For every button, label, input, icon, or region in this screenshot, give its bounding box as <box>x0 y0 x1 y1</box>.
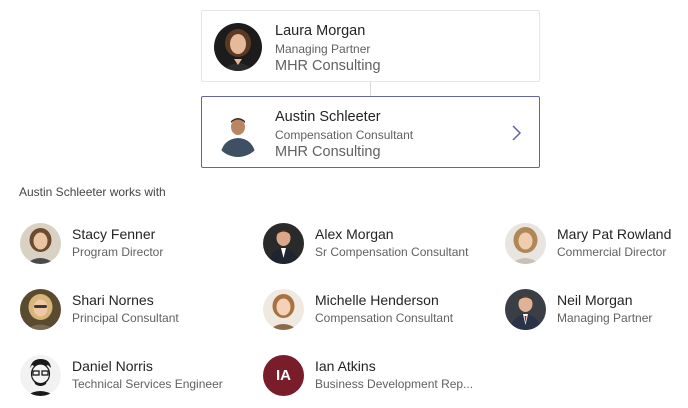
colleague-title: Compensation Consultant <box>315 311 454 325</box>
colleague-name: Mary Pat Rowland <box>557 226 672 242</box>
org-connector-line <box>370 82 371 96</box>
colleague-title: Commercial Director <box>557 245 667 259</box>
colleague-name: Daniel Norris <box>72 358 153 374</box>
colleague-title: Sr Compensation Consultant <box>315 245 469 259</box>
colleague-title: Program Director <box>72 245 164 259</box>
colleague-title: Principal Consultant <box>72 311 179 325</box>
manager-company: MHR Consulting <box>275 58 381 74</box>
colleague-item[interactable]: Neil Morgan Managing Partner <box>505 289 680 333</box>
colleague-name: Stacy Fenner <box>72 226 156 242</box>
colleague-item[interactable]: Stacy Fenner Program Director <box>20 223 240 267</box>
colleague-name: Alex Morgan <box>315 226 394 242</box>
colleague-item[interactable]: Michelle Henderson Compensation Consulta… <box>263 289 488 333</box>
manager-card[interactable]: Laura Morgan Managing Partner MHR Consul… <box>201 10 540 82</box>
colleague-avatar <box>263 289 304 330</box>
colleague-item[interactable]: Daniel Norris Technical Services Enginee… <box>20 355 240 399</box>
colleague-name: Ian Atkins <box>315 358 376 374</box>
colleague-name: Shari Nornes <box>72 292 154 308</box>
colleague-item[interactable]: Shari Nornes Principal Consultant <box>20 289 240 333</box>
colleague-title: Managing Partner <box>557 311 653 325</box>
colleague-item[interactable]: Mary Pat Rowland Commercial Director <box>505 223 680 267</box>
colleague-name: Michelle Henderson <box>315 292 439 308</box>
works-with-heading: Austin Schleeter works with <box>19 185 166 199</box>
colleague-avatar <box>263 223 304 264</box>
manager-avatar <box>214 23 262 71</box>
selected-person-company: MHR Consulting <box>275 144 381 160</box>
colleague-avatar <box>505 223 546 264</box>
colleague-title: Business Development Rep... <box>315 377 474 391</box>
avatar-initials: IA <box>263 355 304 396</box>
manager-title: Managing Partner <box>275 42 371 56</box>
colleague-avatar <box>20 289 61 330</box>
colleague-avatar <box>20 223 61 264</box>
manager-name: Laura Morgan <box>275 23 366 39</box>
colleague-title: Technical Services Engineer <box>72 377 223 391</box>
colleague-item[interactable]: Alex Morgan Sr Compensation Consultant <box>263 223 488 267</box>
colleague-avatar <box>20 355 61 396</box>
selected-person-avatar <box>214 109 262 157</box>
colleague-avatar: IA <box>263 355 304 396</box>
colleague-avatar <box>505 289 546 330</box>
colleague-item[interactable]: IA Ian Atkins Business Development Rep..… <box>263 355 488 399</box>
selected-person-name: Austin Schleeter <box>275 109 381 125</box>
colleague-name: Neil Morgan <box>557 292 633 308</box>
selected-person-card[interactable]: Austin Schleeter Compensation Consultant… <box>201 96 540 168</box>
selected-person-title: Compensation Consultant <box>275 128 414 142</box>
chevron-right-icon[interactable] <box>509 124 523 142</box>
